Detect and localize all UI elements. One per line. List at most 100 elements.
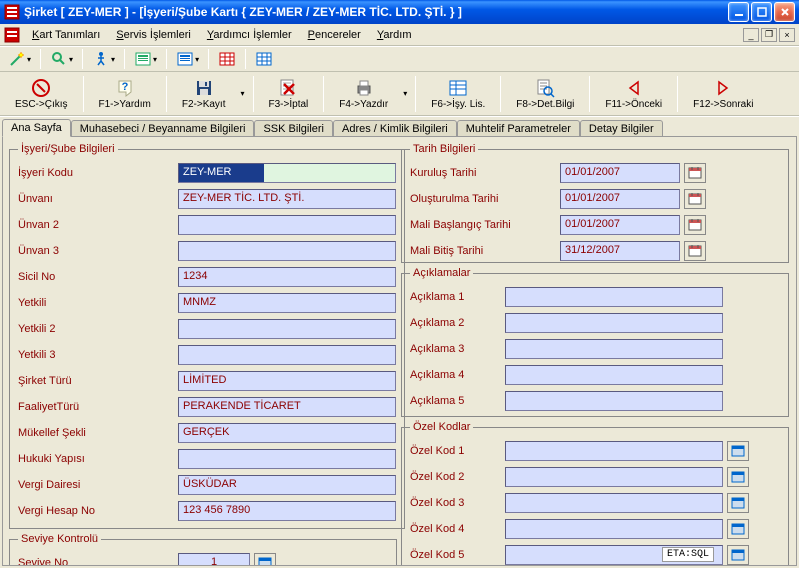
- legend-ozel-kodlar: Özel Kodlar: [410, 421, 473, 433]
- f11-prev-button[interactable]: F11->Önceki: [596, 74, 671, 114]
- label-ozel1: Özel Kod 1: [410, 445, 505, 457]
- label-yetkili: Yetkili: [18, 297, 178, 309]
- menu-yardim[interactable]: Yardım: [369, 27, 420, 43]
- field-aciklama2[interactable]: [505, 313, 723, 333]
- field-aciklama5[interactable]: [505, 391, 723, 411]
- toolbar-btn-2[interactable]: ▾: [46, 48, 77, 70]
- legend-seviye: Seviye Kontrolü: [18, 533, 101, 545]
- tab-muhasebeci[interactable]: Muhasebeci / Beyanname Bilgileri: [71, 120, 255, 137]
- field-mukellef-sekli[interactable]: GERÇEK: [178, 423, 396, 443]
- field-yetkili3[interactable]: [178, 345, 396, 365]
- legend-isyeri: İşyeri/Şube Bilgileri: [18, 143, 118, 155]
- menu-kart-tanimlari[interactable]: Kart Tanımları: [24, 27, 108, 43]
- tab-strip: Ana Sayfa Muhasebeci / Beyanname Bilgile…: [0, 116, 799, 136]
- field-unvan3[interactable]: [178, 241, 396, 261]
- seviye-lookup-button[interactable]: [254, 553, 276, 566]
- field-unvan2[interactable]: [178, 215, 396, 235]
- field-sicil-no[interactable]: 1234: [178, 267, 396, 287]
- field-vergi-hesap-no[interactable]: 123 456 7890: [178, 501, 396, 521]
- menu-servis-islemleri[interactable]: Servis İşlemleri: [108, 27, 199, 43]
- form-green-icon: [134, 50, 152, 68]
- toolbar-btn-6[interactable]: [214, 48, 240, 70]
- form-area: İşyeri/Şube Bilgileri İşyeri KoduZEY-MER…: [2, 136, 797, 566]
- field-yetkili[interactable]: MNMZ: [178, 293, 396, 313]
- prev-icon: [624, 78, 644, 98]
- form-blue-icon: [176, 50, 194, 68]
- label-yetkili2: Yetkili 2: [18, 323, 178, 335]
- esc-exit-button[interactable]: ESC->Çıkış: [6, 74, 77, 114]
- legend-tarih: Tarih Bilgileri: [410, 143, 478, 155]
- f6-list-button[interactable]: F6->İşy. Lis.: [422, 74, 494, 114]
- close-button[interactable]: [774, 2, 795, 22]
- kurulus-date-button[interactable]: [684, 163, 706, 183]
- minimize-button[interactable]: [728, 2, 749, 22]
- toolbar-btn-5[interactable]: ▾: [172, 48, 203, 70]
- olusturulma-date-button[interactable]: [684, 189, 706, 209]
- tab-detay[interactable]: Detay Bilgiler: [580, 120, 663, 137]
- label-mukellef-sekli: Mükellef Şekli: [18, 427, 178, 439]
- field-aciklama3[interactable]: [505, 339, 723, 359]
- tab-ssk[interactable]: SSK Bilgileri: [254, 120, 333, 137]
- menu-bar: Kart Tanımları Servis İşlemleri Yardımcı…: [0, 24, 799, 46]
- ozel4-lookup-button[interactable]: [727, 519, 749, 539]
- field-yetkili2[interactable]: [178, 319, 396, 339]
- field-faaliyet-turu[interactable]: PERAKENDE TİCARET: [178, 397, 396, 417]
- label-vergi-hesap-no: Vergi Hesap No: [18, 505, 178, 517]
- grid-blue-icon: [255, 50, 273, 68]
- mdi-minimize-button[interactable]: _: [743, 28, 759, 42]
- ozel5-lookup-button[interactable]: [727, 545, 749, 565]
- label-aciklama2: Açıklama 2: [410, 317, 505, 329]
- f4-print-button[interactable]: F4->Yazdır: [330, 74, 397, 114]
- field-vergi-dairesi[interactable]: ÜSKÜDAR: [178, 475, 396, 495]
- ozel3-lookup-button[interactable]: [727, 493, 749, 513]
- maximize-button[interactable]: [751, 2, 772, 22]
- label-seviye-no: Seviye No: [18, 557, 178, 566]
- group-ozel-kodlar: Özel Kodlar Özel Kod 1 Özel Kod 2 Özel K…: [401, 421, 789, 566]
- label-ozel4: Özel Kod 4: [410, 523, 505, 535]
- toolbar-btn-4[interactable]: ▾: [130, 48, 161, 70]
- mdi-restore-button[interactable]: ❐: [761, 28, 777, 42]
- mdi-app-icon: [4, 27, 20, 43]
- mdi-close-button[interactable]: ×: [779, 28, 795, 42]
- ozel1-lookup-button[interactable]: [727, 441, 749, 461]
- field-mali-baslangic[interactable]: 01/01/2007: [560, 215, 680, 235]
- label-isyeri-kodu: İşyeri Kodu: [18, 167, 178, 179]
- field-ozel2[interactable]: [505, 467, 723, 487]
- field-unvani[interactable]: ZEY-MER TİC. LTD. ŞTİ.: [178, 189, 396, 209]
- field-aciklama4[interactable]: [505, 365, 723, 385]
- toolbar-btn-1[interactable]: ▾: [4, 48, 35, 70]
- f12-next-button[interactable]: F12->Sonraki: [684, 74, 762, 114]
- mali-baslangic-date-button[interactable]: [684, 215, 706, 235]
- menu-yardimci-islemler[interactable]: Yardımcı İşlemler: [199, 27, 300, 43]
- f4-dropdown[interactable]: ▾: [401, 89, 409, 98]
- label-ozel5: Özel Kod 5: [410, 549, 505, 561]
- menu-pencereler[interactable]: Pencereler: [300, 27, 369, 43]
- field-sirket-turu[interactable]: LİMİTED: [178, 371, 396, 391]
- field-isyeri-kodu[interactable]: ZEY-MER: [178, 163, 396, 183]
- tab-muhtelif[interactable]: Muhtelif Parametreler: [457, 120, 580, 137]
- field-olusturulma-tarihi[interactable]: 01/01/2007: [560, 189, 680, 209]
- label-yetkili3: Yetkili 3: [18, 349, 178, 361]
- f2-save-button[interactable]: F2->Kayıt: [173, 74, 235, 114]
- ozel2-lookup-button[interactable]: [727, 467, 749, 487]
- field-hukuki-yapisi[interactable]: [178, 449, 396, 469]
- field-seviye-no[interactable]: 1: [178, 553, 250, 566]
- label-aciklama1: Açıklama 1: [410, 291, 505, 303]
- toolbar-btn-3[interactable]: ▾: [88, 48, 119, 70]
- field-mali-bitis[interactable]: 31/12/2007: [560, 241, 680, 261]
- exit-icon: [31, 78, 51, 98]
- toolbar-btn-7[interactable]: [251, 48, 277, 70]
- f3-cancel-button[interactable]: F3->İptal: [260, 74, 318, 114]
- mali-bitis-date-button[interactable]: [684, 241, 706, 261]
- tab-ana-sayfa[interactable]: Ana Sayfa: [2, 119, 71, 137]
- field-kurulus-tarihi[interactable]: 01/01/2007: [560, 163, 680, 183]
- tab-adres[interactable]: Adres / Kimlik Bilgileri: [333, 120, 457, 137]
- label-vergi-dairesi: Vergi Dairesi: [18, 479, 178, 491]
- field-ozel1[interactable]: [505, 441, 723, 461]
- f2-dropdown[interactable]: ▾: [239, 89, 247, 98]
- field-ozel3[interactable]: [505, 493, 723, 513]
- field-ozel4[interactable]: [505, 519, 723, 539]
- field-aciklama1[interactable]: [505, 287, 723, 307]
- f8-detail-button[interactable]: F8->Det.Bilgi: [507, 74, 583, 114]
- f1-help-button[interactable]: ? F1->Yardım: [90, 74, 160, 114]
